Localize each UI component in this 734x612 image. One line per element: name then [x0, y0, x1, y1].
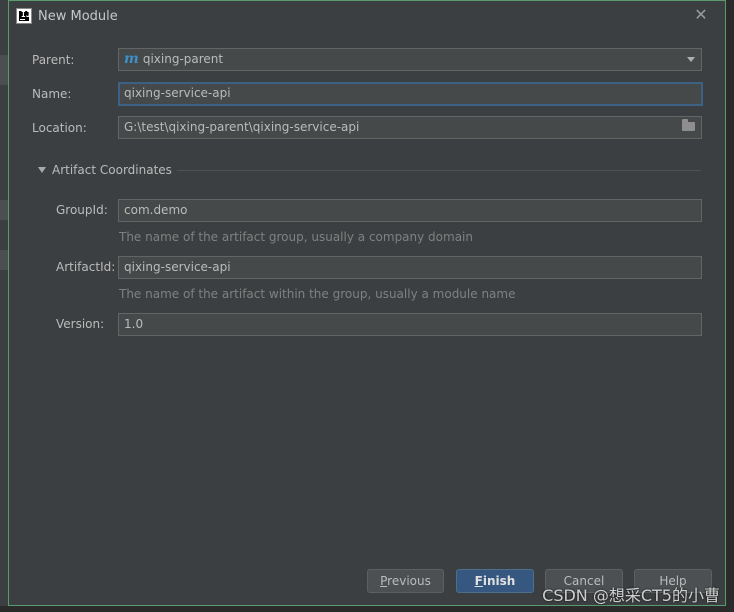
parent-select[interactable]: m qixing-parent: [118, 48, 702, 71]
artifactid-hint: The name of the artifact within the grou…: [119, 287, 516, 301]
artifactid-label: ArtifactId:: [56, 260, 116, 274]
location-label: Location:: [32, 121, 87, 135]
chevron-down-icon[interactable]: [687, 57, 695, 62]
triangle-down-icon[interactable]: [38, 167, 46, 173]
location-value: G:\test\qixing-parent\qixing-service-api: [124, 120, 360, 134]
parent-label: Parent:: [32, 53, 75, 67]
groupid-label: GroupId:: [56, 203, 108, 217]
dialog-titlebar: IJ New Module ✕: [9, 1, 725, 31]
version-label: Version:: [56, 317, 105, 331]
section-title: Artifact Coordinates: [52, 163, 172, 177]
background-panel-strip: [0, 200, 8, 220]
background-panel-strip: [0, 250, 8, 270]
dialog-title: New Module: [38, 9, 118, 24]
groupid-input[interactable]: com.demo: [118, 199, 702, 222]
close-icon[interactable]: ✕: [693, 7, 709, 23]
groupid-hint: The name of the artifact group, usually …: [119, 230, 473, 244]
folder-icon[interactable]: [682, 119, 695, 131]
background-panel-strip: [0, 55, 8, 85]
name-label: Name:: [32, 87, 72, 101]
intellij-icon: IJ: [16, 8, 32, 24]
background-ide-right: [726, 0, 734, 612]
previous-button[interactable]: Previous: [367, 569, 444, 593]
finish-button[interactable]: Finish: [456, 569, 534, 593]
parent-value: qixing-parent: [142, 52, 224, 66]
artifact-coordinates-header[interactable]: Artifact Coordinates: [35, 162, 701, 178]
background-ide-bottom: [0, 606, 734, 612]
version-input[interactable]: 1.0: [118, 313, 702, 336]
new-module-dialog: IJ New Module ✕ Parent: m qixing-parent N…: [8, 0, 726, 606]
location-input[interactable]: G:\test\qixing-parent\qixing-service-api: [118, 116, 702, 139]
name-input[interactable]: qixing-service-api: [118, 82, 703, 106]
maven-module-icon: m: [124, 51, 139, 67]
artifactid-input[interactable]: qixing-service-api: [118, 256, 702, 279]
csdn-watermark: CSDN @想采CT5的小曹: [542, 586, 720, 605]
section-divider: [177, 170, 701, 171]
